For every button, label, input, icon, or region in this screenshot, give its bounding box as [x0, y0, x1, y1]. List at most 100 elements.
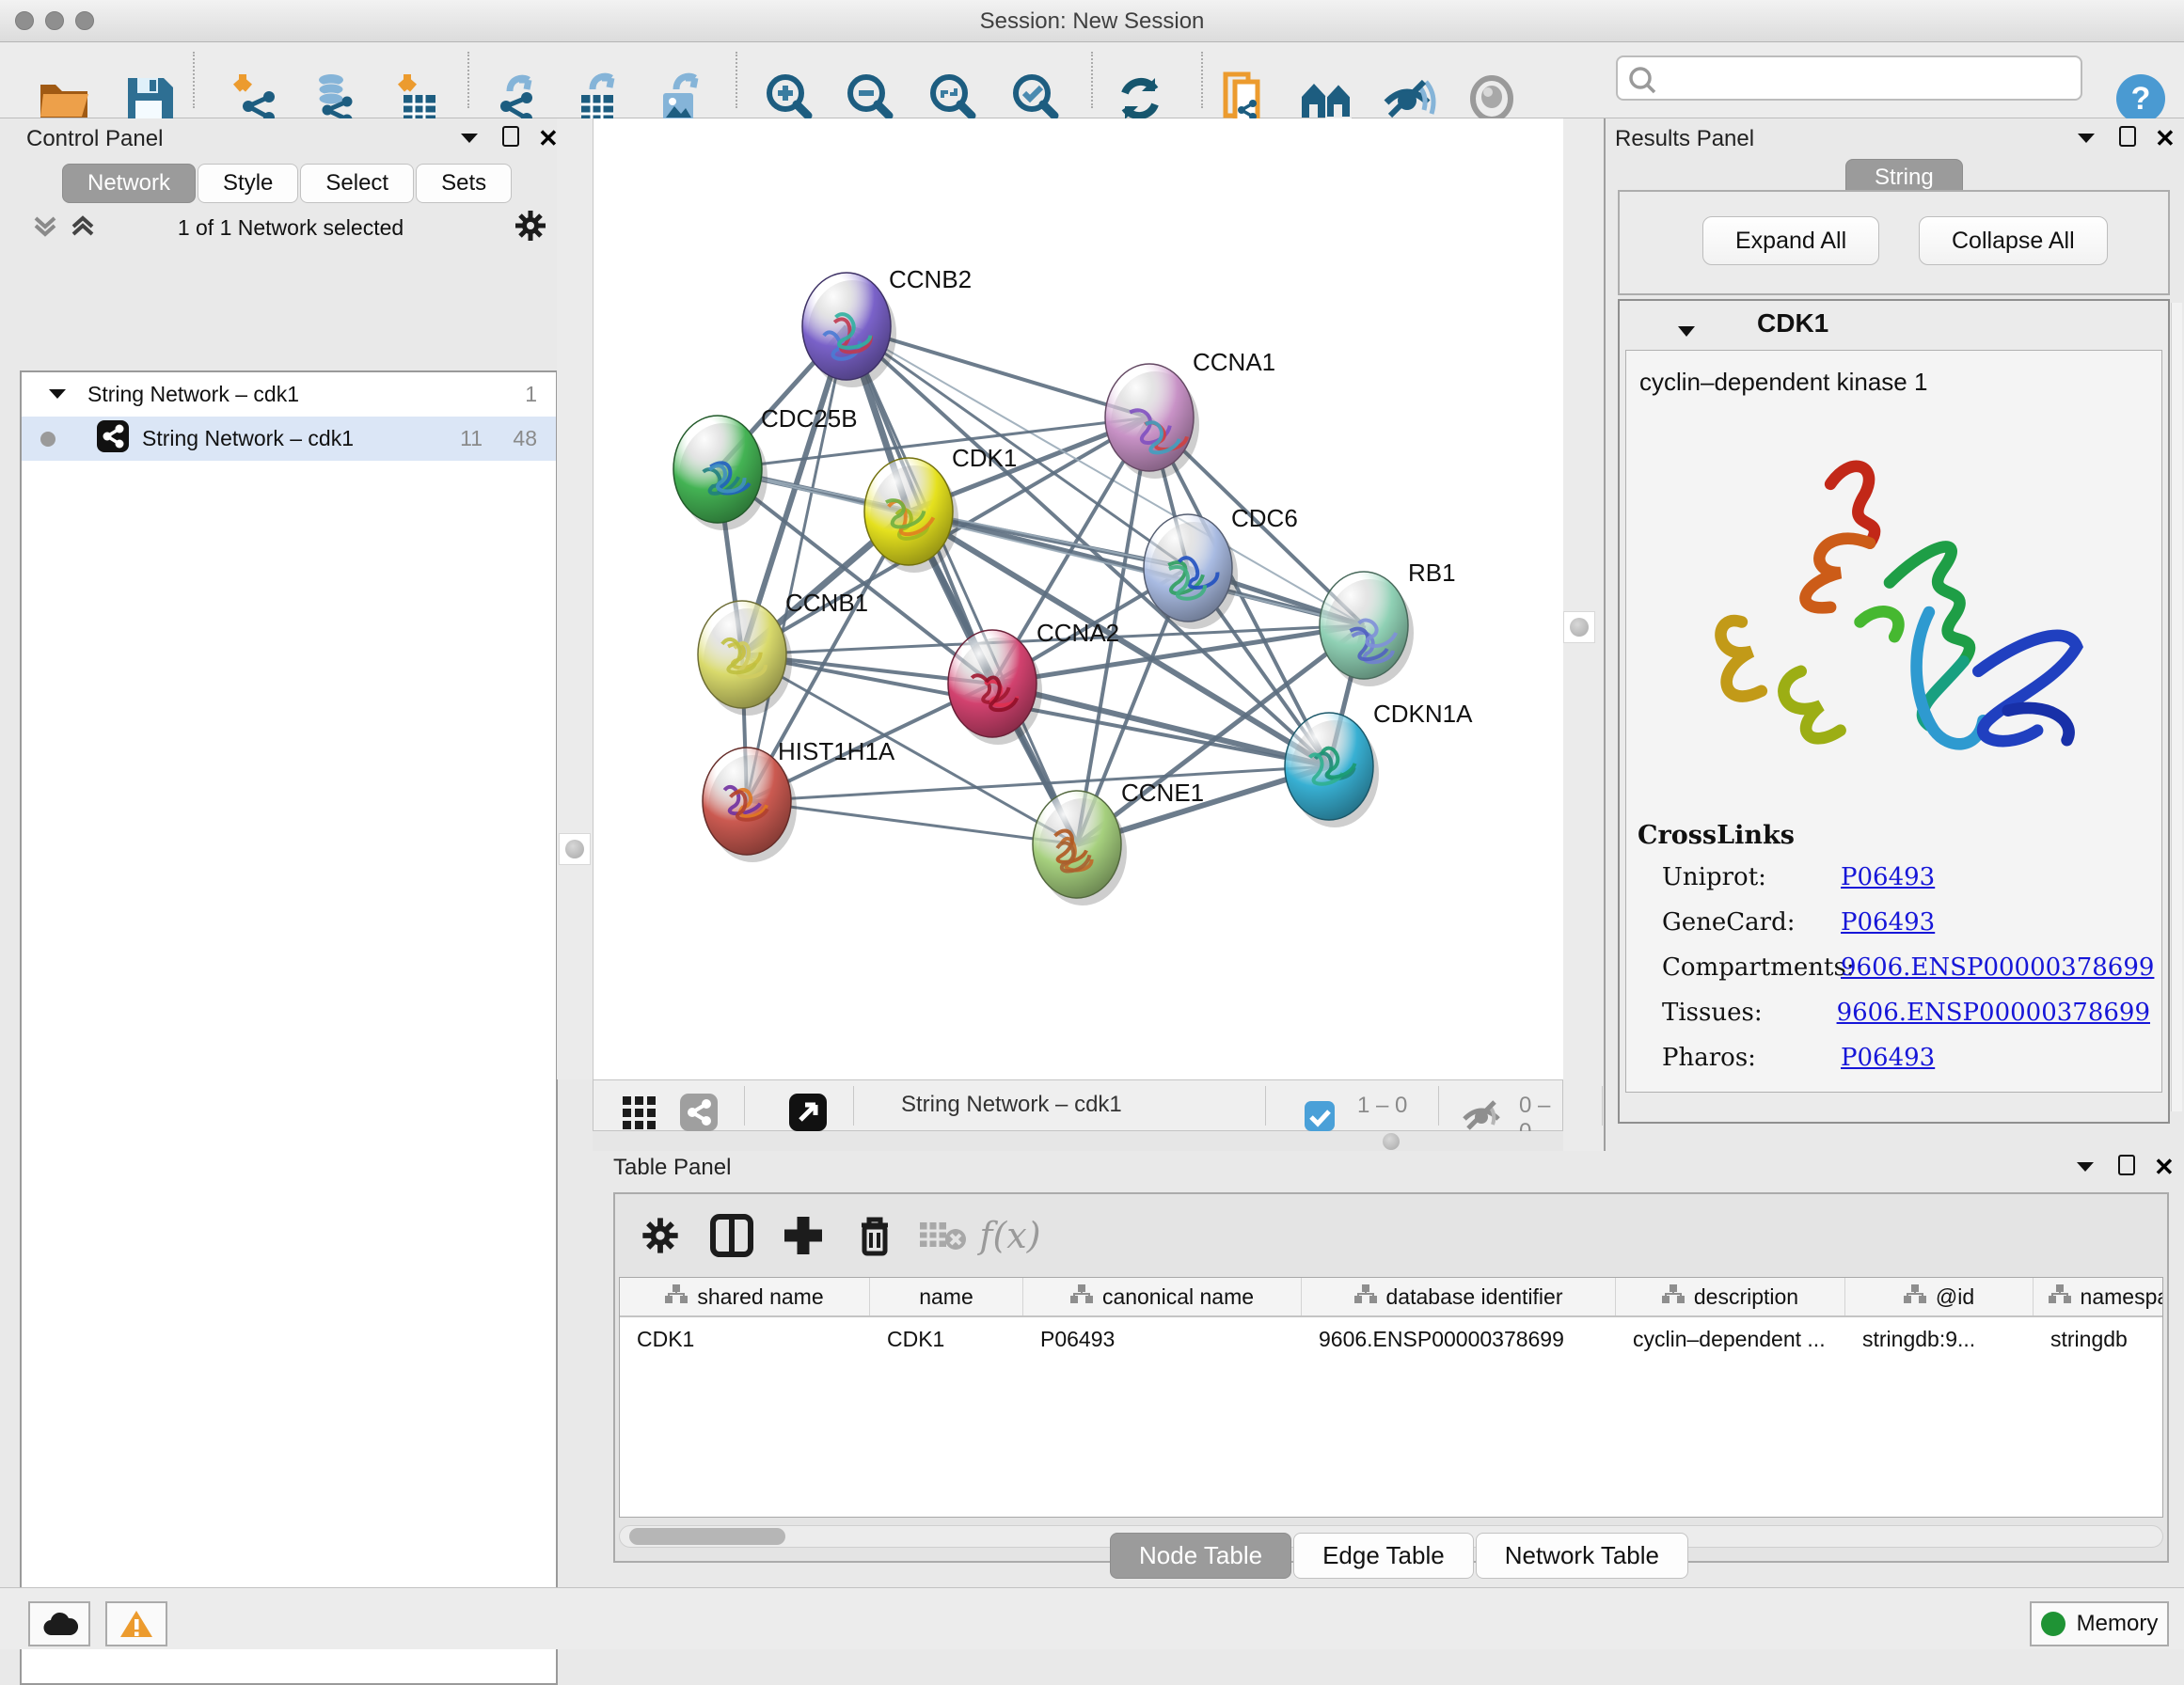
network-canvas[interactable]: CCNB2CCNA1CDC25BCDK1CDC6RB1CCNB1CCNA2CDK…	[593, 118, 1563, 1079]
network-node-CDKN1A[interactable]	[1285, 713, 1379, 827]
crosslink-link[interactable]: 9606.ENSP00000378699	[1841, 953, 2154, 982]
function-builder-icon: f(x)	[984, 1209, 1037, 1262]
collection-expander-icon[interactable]	[48, 382, 67, 407]
column-header-label: name	[919, 1284, 973, 1310]
tab-edge-table[interactable]: Edge Table	[1293, 1533, 1474, 1579]
network-node-CDK1[interactable]	[864, 458, 958, 573]
network-options-gear-icon[interactable]	[514, 209, 547, 247]
tab-select[interactable]: Select	[300, 164, 414, 203]
tab-network[interactable]: Network	[62, 164, 196, 203]
node-label-CCNB2: CCNB2	[889, 265, 972, 293]
table-cell[interactable]: 9606.ENSP00000378699	[1302, 1317, 1616, 1361]
network-collection-row[interactable]: String Network – cdk1 1	[22, 372, 556, 417]
tab-sets[interactable]: Sets	[416, 164, 512, 203]
table-row[interactable]: CDK1CDK1P064939606.ENSP00000378699cyclin…	[620, 1317, 2162, 1361]
right-panel-divider[interactable]	[1563, 118, 1604, 1151]
search-input[interactable]	[1663, 61, 2067, 95]
expand-all-button[interactable]: Expand All	[1702, 216, 1879, 265]
column-header--id[interactable]: @id	[1845, 1278, 2034, 1315]
crosslink-link[interactable]: P06493	[1841, 1044, 1935, 1072]
results-scrollbar[interactable]	[2171, 303, 2182, 1111]
column-header-canonical-name[interactable]: canonical name	[1023, 1278, 1302, 1315]
network-row[interactable]: String Network – cdk1 11 48	[22, 417, 556, 461]
table-cell[interactable]: CDK1	[620, 1317, 870, 1361]
results-panel-float-icon[interactable]	[2076, 130, 2097, 151]
table-cell[interactable]: CDK1	[870, 1317, 1023, 1361]
control-panel-tabs: NetworkStyleSelectSets	[62, 164, 514, 203]
node-label-CDC6: CDC6	[1231, 504, 1298, 532]
network-node-CCNB2[interactable]	[802, 273, 896, 387]
table-type-tabs: Node TableEdge TableNetwork Table	[1110, 1533, 1690, 1579]
right-divider-grip[interactable]	[1563, 611, 1595, 643]
table-panel-close-icon[interactable]: ✕	[2154, 1153, 2175, 1182]
gene-name: CDK1	[1757, 308, 1828, 339]
minimize-window-button[interactable]	[45, 11, 64, 30]
table-cell[interactable]: P06493	[1023, 1317, 1302, 1361]
crosslink-link[interactable]: P06493	[1841, 863, 1935, 891]
column-tree-icon	[1354, 1283, 1377, 1310]
left-panel-divider[interactable]	[557, 118, 593, 1079]
cloud-status-button[interactable]	[28, 1601, 90, 1646]
table-panel-float-icon[interactable]	[2075, 1158, 2096, 1180]
column-header-name[interactable]: name	[870, 1278, 1023, 1315]
network-node-CCNB1[interactable]	[698, 601, 792, 716]
memory-button[interactable]: Memory	[2030, 1601, 2169, 1646]
network-node-RB1[interactable]	[1320, 572, 1414, 686]
control-panel-close-icon[interactable]: ✕	[538, 124, 559, 153]
gene-header-row[interactable]: CDK1	[1620, 301, 2168, 350]
column-header-description[interactable]: description	[1616, 1278, 1845, 1315]
toolbar-separator	[1091, 52, 1093, 108]
node-label-CDK1: CDK1	[952, 444, 1017, 472]
tab-node-table[interactable]: Node Table	[1110, 1533, 1291, 1579]
node-table[interactable]: shared name name canonical namedatabase id…	[619, 1277, 2163, 1518]
add-column-icon[interactable]	[777, 1209, 830, 1262]
crosslinks-section: CrossLinks Uniprot:P06493GeneCard:P06493…	[1638, 821, 2150, 1089]
table-panel-maximize-icon[interactable]	[2118, 1155, 2135, 1175]
results-panel-maximize-icon[interactable]	[2119, 126, 2136, 147]
network-edge-CCNB2-HIST1H1A[interactable]	[747, 326, 847, 801]
horizontal-divider-grip[interactable]	[1383, 1133, 1400, 1150]
show-columns-icon[interactable]	[705, 1209, 758, 1262]
network-edge-CCNB2-CCNE1[interactable]	[847, 326, 1077, 844]
crosslink-label: Tissues:	[1662, 999, 1837, 1027]
left-divider-grip[interactable]	[559, 833, 591, 865]
column-header-database-identifier[interactable]: database identifier	[1302, 1278, 1616, 1315]
gene-expander-icon[interactable]	[1676, 316, 1697, 346]
network-node-CCNE1[interactable]	[1033, 791, 1127, 905]
table-cell[interactable]: stringdb:9...	[1845, 1317, 2034, 1361]
table-scrollbar-thumb[interactable]	[629, 1528, 785, 1545]
column-header-namespace[interactable]: namespace	[2034, 1278, 2163, 1315]
column-header-shared-name[interactable]: shared name	[620, 1278, 870, 1315]
results-panel-close-icon[interactable]: ✕	[2155, 124, 2176, 153]
column-tree-icon	[1662, 1283, 1685, 1310]
delete-table-icon	[916, 1209, 969, 1262]
crosslink-link[interactable]: 9606.ENSP00000378699	[1837, 999, 2150, 1027]
collapse-all-button[interactable]: Collapse All	[1919, 216, 2108, 265]
delete-column-icon[interactable]	[848, 1209, 901, 1262]
warning-status-button[interactable]	[105, 1601, 167, 1646]
network-status-dot-icon	[40, 432, 55, 447]
table-cell[interactable]: stringdb	[2034, 1317, 2163, 1361]
network-node-CCNA2[interactable]	[948, 630, 1042, 745]
tab-style[interactable]: Style	[198, 164, 298, 203]
table-cell[interactable]: cyclin–dependent ...	[1616, 1317, 1845, 1361]
table-header-row: shared name name canonical namedatabase id…	[620, 1278, 2162, 1317]
column-tree-icon	[1904, 1283, 1926, 1310]
table-options-gear-icon[interactable]	[634, 1209, 687, 1262]
toolbar-separator	[1201, 52, 1203, 108]
crosslink-link[interactable]: P06493	[1841, 908, 1935, 937]
control-panel-maximize-icon[interactable]	[502, 126, 519, 147]
network-view-footer: String Network – cdk1 1 – 0 0 – 0	[593, 1079, 1563, 1131]
network-list: String Network – cdk1 1 String Network –…	[20, 370, 558, 1685]
control-panel-float-icon[interactable]	[459, 130, 480, 151]
crosslink-row: Uniprot:P06493	[1662, 863, 2150, 891]
memory-label: Memory	[2077, 1611, 2159, 1637]
tab-network-table[interactable]: Network Table	[1476, 1533, 1688, 1579]
status-bar: Memory	[0, 1587, 2184, 1649]
horizontal-panel-divider[interactable]	[593, 1131, 1563, 1151]
close-window-button[interactable]	[15, 11, 34, 30]
table-box: f(x) shared name name canonical namedataba…	[613, 1192, 2169, 1563]
zoom-window-button[interactable]	[75, 11, 94, 30]
network-node-CCNA1[interactable]	[1105, 364, 1199, 479]
network-graph[interactable]: CCNB2CCNA1CDC25BCDK1CDC6RB1CCNB1CCNA2CDK…	[593, 118, 1564, 1079]
